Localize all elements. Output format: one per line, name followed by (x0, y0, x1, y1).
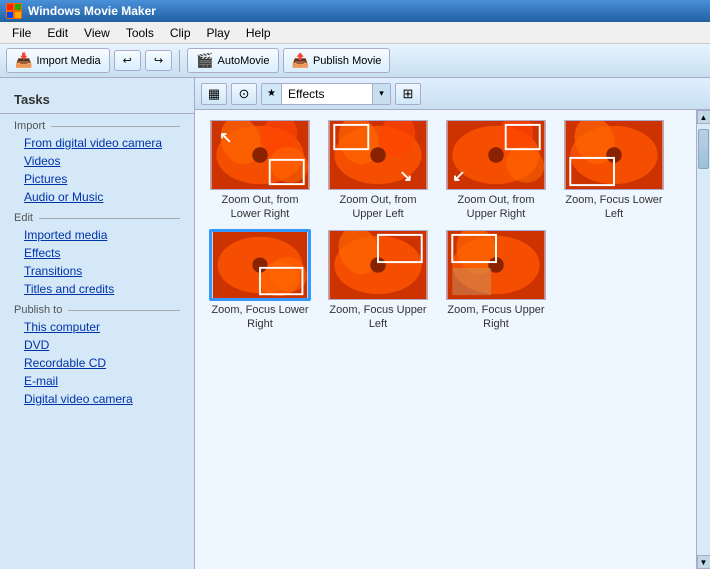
effect-label: Zoom, Focus Upper Right (441, 303, 551, 332)
effect-label: Zoom Out, from Upper Left (323, 193, 433, 222)
effect-label: Zoom, Focus Lower Right (205, 303, 315, 332)
effect-thumbnail: ↙ (446, 120, 546, 190)
extra-view-icon: ⊞ (403, 86, 414, 102)
sidebar-link-dvd[interactable]: DVD (0, 336, 194, 354)
import-section-label: Import (0, 114, 194, 134)
publish-label: Publish Movie (313, 55, 381, 67)
edit-section-label: Edit (0, 206, 194, 226)
extra-view-button[interactable]: ⊞ (395, 83, 421, 105)
effect-item[interactable]: ↖ Zoom Out, from Lower Right (205, 120, 315, 222)
undo-button[interactable]: ↩ (114, 50, 141, 71)
effects-dropdown-label: Effects (282, 87, 372, 101)
effect-item-selected[interactable]: Zoom, Focus Lower Right (205, 230, 315, 332)
scrollbar: ▲ ▼ (696, 110, 710, 569)
publish-icon: 📤 (292, 52, 309, 69)
sidebar-link-cd[interactable]: Recordable CD (0, 354, 194, 372)
sidebar-link-imported-media[interactable]: Imported media (0, 226, 194, 244)
import-media-button[interactable]: 📥 Import Media (6, 48, 110, 73)
scroll-up-button[interactable]: ▲ (697, 110, 710, 124)
title-bar: Windows Movie Maker (0, 0, 710, 22)
sidebar-link-audio[interactable]: Audio or Music (0, 188, 194, 206)
details-icon: ⊙ (239, 86, 250, 102)
automovie-button[interactable]: 🎬 AutoMovie (187, 48, 278, 73)
effect-label: Zoom, Focus Lower Left (559, 193, 669, 222)
sidebar-link-this-computer[interactable]: This computer (0, 318, 194, 336)
publish-movie-button[interactable]: 📤 Publish Movie (283, 48, 391, 73)
import-icon: 📥 (15, 52, 32, 69)
svg-text:↙: ↙ (452, 168, 465, 185)
effect-item[interactable]: Zoom, Focus Lower Left (559, 120, 669, 222)
sidebar-link-pictures[interactable]: Pictures (0, 170, 194, 188)
redo-button[interactable]: ↪ (145, 50, 172, 71)
sidebar-link-effects[interactable]: Effects (0, 244, 194, 262)
tasks-header: Tasks (0, 86, 194, 114)
effect-thumbnail (210, 230, 310, 300)
sidebar-link-titles[interactable]: Titles and credits (0, 280, 194, 298)
effect-item[interactable]: Zoom, Focus Upper Right (441, 230, 551, 332)
sidebar-link-transitions[interactable]: Transitions (0, 262, 194, 280)
effects-dropdown-arrow: ▾ (372, 84, 390, 104)
menu-clip[interactable]: Clip (162, 24, 199, 42)
app-title: Windows Movie Maker (28, 4, 156, 18)
scroll-down-button[interactable]: ▼ (697, 555, 710, 569)
sidebar-link-digital-video[interactable]: From digital video camera (0, 134, 194, 152)
effects-dropdown[interactable]: ★ Effects ▾ (261, 83, 391, 105)
content-toolbar: ▦ ⊙ ★ Effects ▾ ⊞ (195, 78, 710, 110)
content-panel: ▦ ⊙ ★ Effects ▾ ⊞ (195, 78, 710, 569)
automovie-label: AutoMovie (218, 55, 270, 67)
app-icon (6, 3, 22, 19)
effect-thumbnail (564, 120, 664, 190)
import-label: Import Media (36, 55, 100, 67)
effect-thumbnail: ↖ (210, 120, 310, 190)
menu-play[interactable]: Play (199, 24, 238, 42)
toolbar: 📥 Import Media ↩ ↪ 🎬 AutoMovie 📤 Publish… (0, 44, 710, 78)
view-details-button[interactable]: ⊙ (231, 83, 257, 105)
toolbar-separator (179, 50, 180, 72)
svg-text:↖: ↖ (219, 129, 232, 146)
scroll-track[interactable] (697, 124, 710, 555)
svg-text:↘: ↘ (399, 168, 412, 185)
sidebar-link-dv-camera[interactable]: Digital video camera (0, 390, 194, 408)
effect-thumbnail (328, 230, 428, 300)
effect-item[interactable]: ↙ Zoom Out, from Upper Right (441, 120, 551, 222)
effect-label: Zoom, Focus Upper Left (323, 303, 433, 332)
automovie-icon: 🎬 (196, 52, 213, 69)
publish-section-label: Publish to (0, 298, 194, 318)
effect-thumbnail: ↘ (328, 120, 428, 190)
main-area: Tasks Import From digital video camera V… (0, 78, 710, 569)
effect-label: Zoom Out, from Upper Right (441, 193, 551, 222)
view-thumbnails-button[interactable]: ▦ (201, 83, 227, 105)
effect-item[interactable]: Zoom, Focus Upper Left (323, 230, 433, 332)
menu-view[interactable]: View (76, 24, 118, 42)
menu-tools[interactable]: Tools (118, 24, 162, 42)
effects-dropdown-icon: ★ (262, 84, 282, 104)
effects-grid: ↖ Zoom Out, from Lower Right (195, 110, 696, 569)
effect-thumbnail (446, 230, 546, 300)
scroll-thumb[interactable] (698, 129, 709, 169)
sidebar-link-email[interactable]: E-mail (0, 372, 194, 390)
menu-bar: File Edit View Tools Clip Play Help (0, 22, 710, 44)
menu-help[interactable]: Help (238, 24, 279, 42)
effect-item[interactable]: ↘ Zoom Out, from Upper Left (323, 120, 433, 222)
sidebar: Tasks Import From digital video camera V… (0, 78, 195, 569)
sidebar-link-videos[interactable]: Videos (0, 152, 194, 170)
redo-icon: ↪ (154, 54, 163, 67)
thumbnails-icon: ▦ (208, 86, 220, 102)
undo-icon: ↩ (123, 54, 132, 67)
menu-edit[interactable]: Edit (39, 24, 76, 42)
menu-file[interactable]: File (4, 24, 39, 42)
effect-label: Zoom Out, from Lower Right (205, 193, 315, 222)
